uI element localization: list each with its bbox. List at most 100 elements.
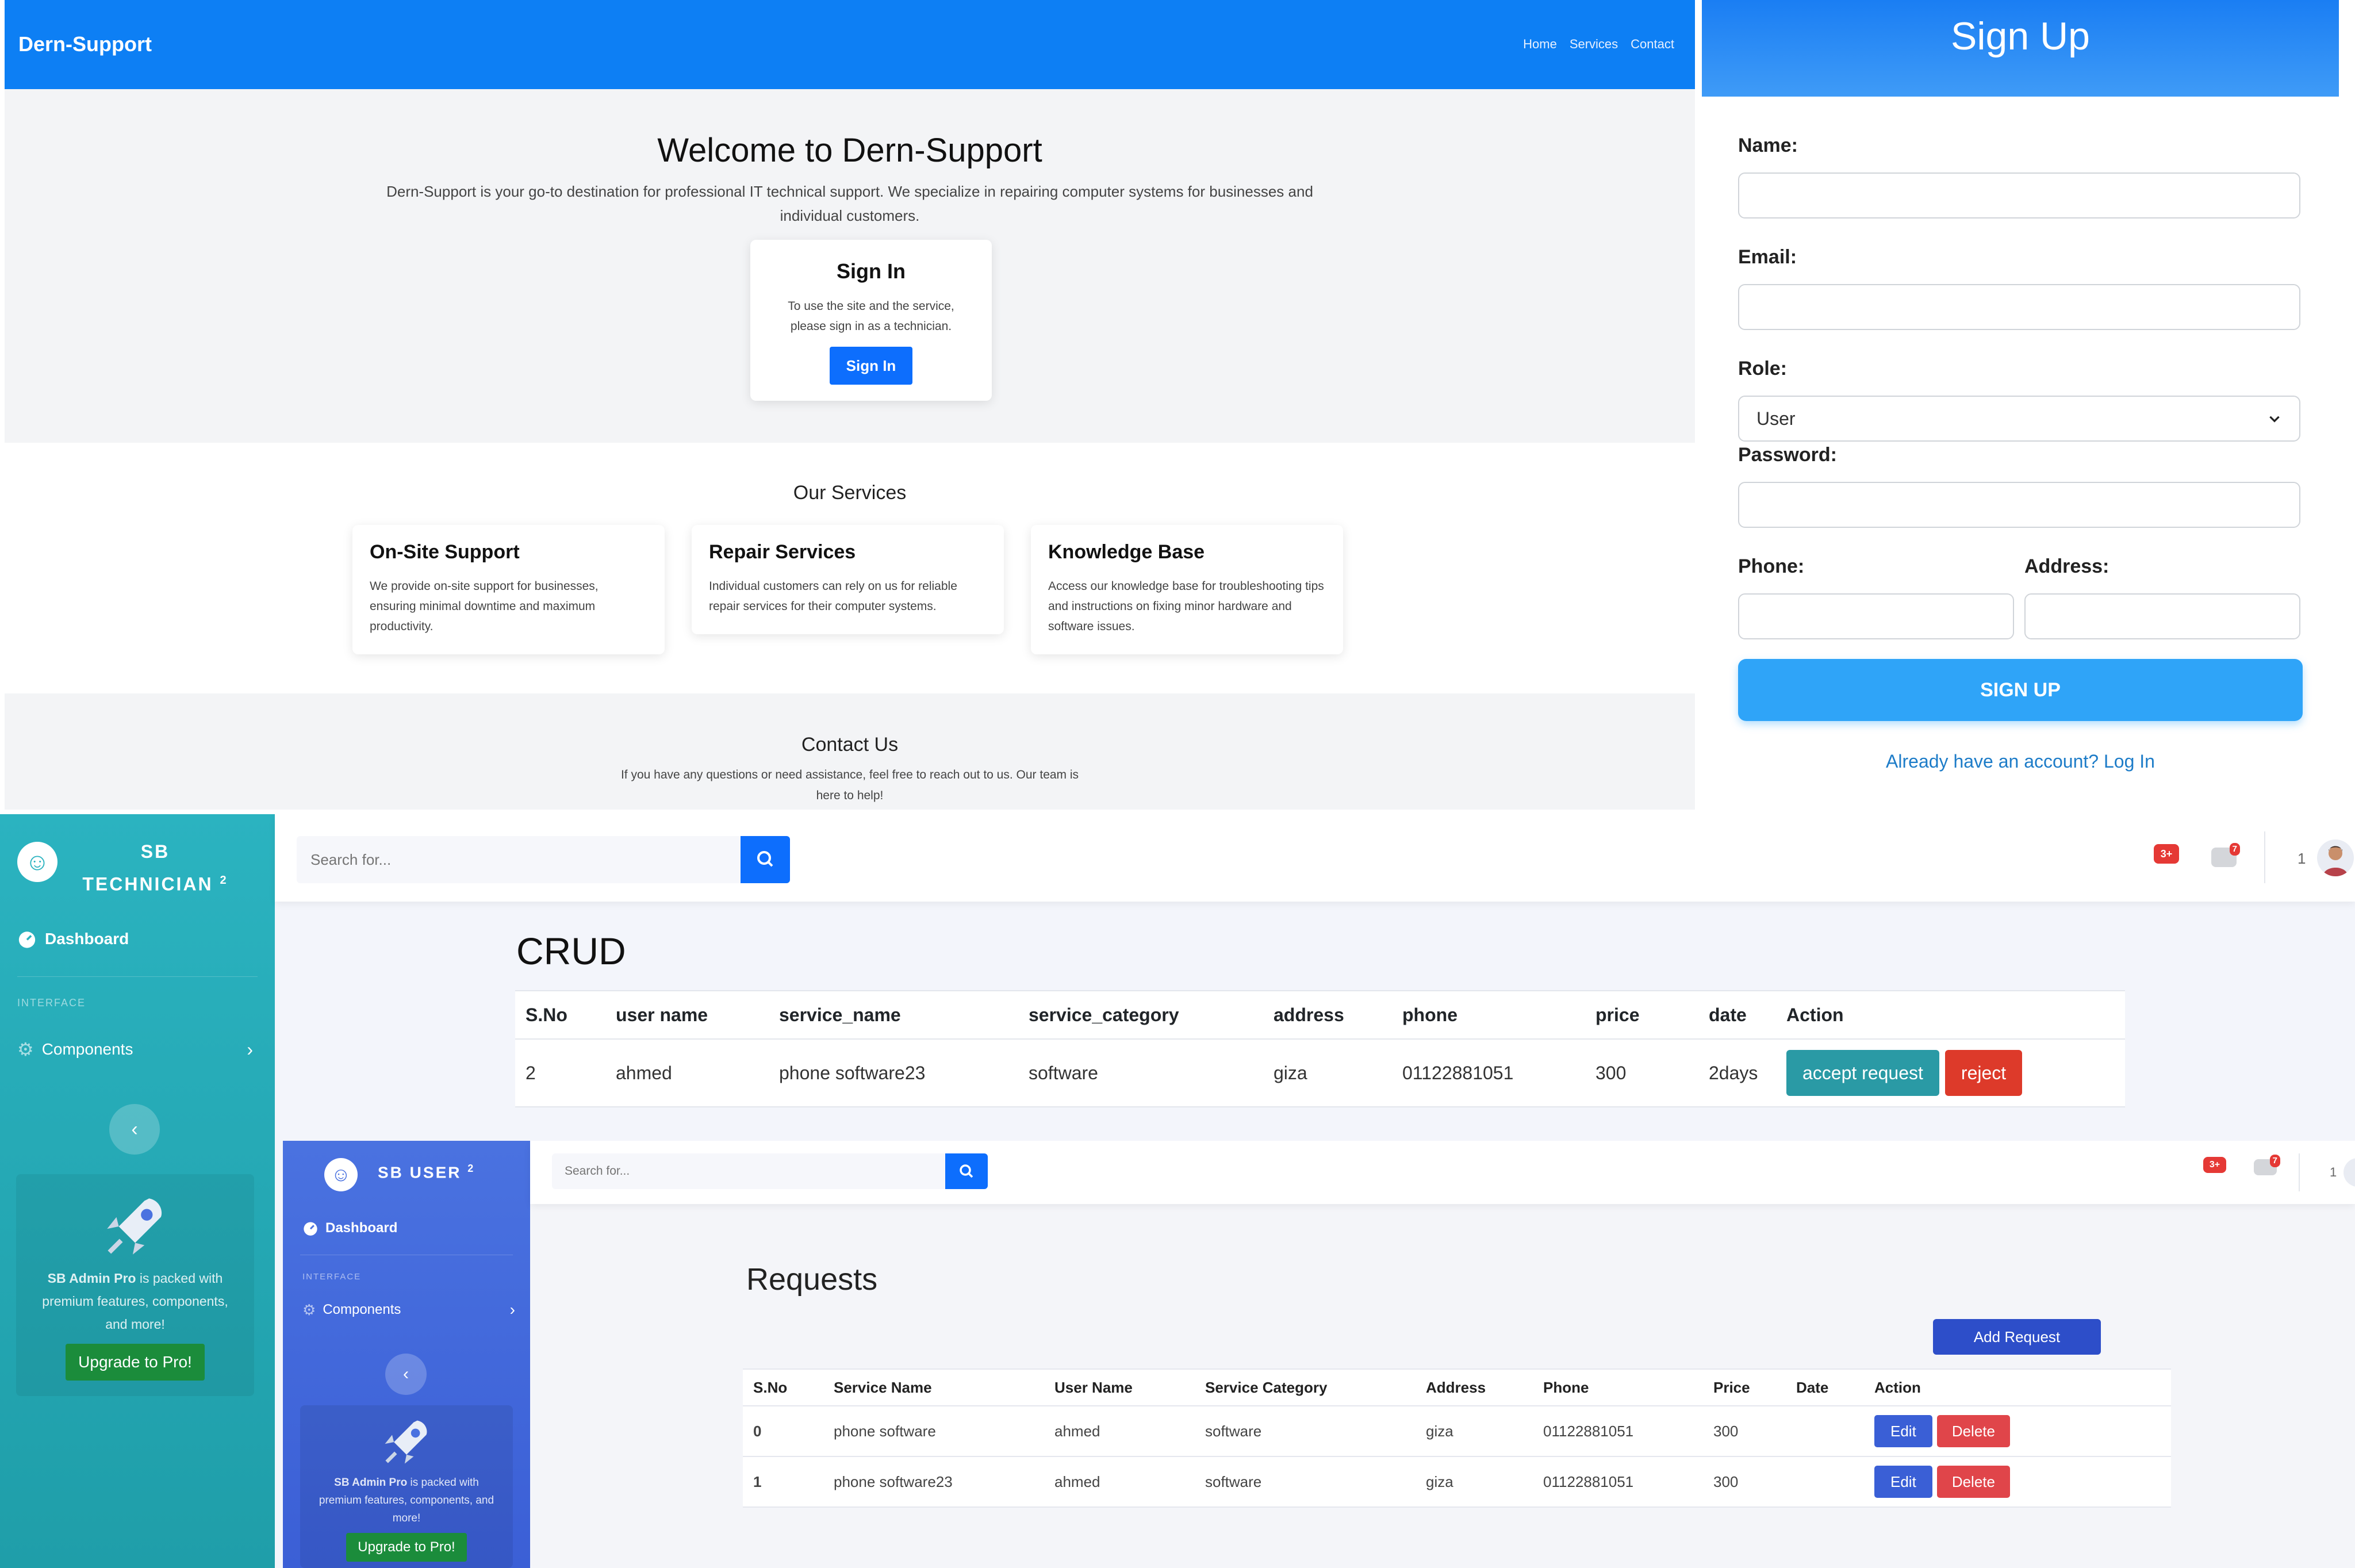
nav-home-link[interactable]: Home [1523, 37, 1557, 52]
sidebar-toggle-button[interactable]: ‹ [385, 1354, 427, 1395]
address-label: Address: [2024, 555, 2109, 577]
cell-actions: accept request reject [1776, 1050, 2125, 1096]
column-header: Service Category [1205, 1378, 1328, 1396]
bell-icon[interactable]: 3+ [2154, 844, 2179, 864]
upgrade-button[interactable]: Upgrade to Pro! [66, 1344, 205, 1381]
rocket-icon [107, 1198, 162, 1255]
sidebar-item-components[interactable]: ⚙ Components › [302, 1301, 515, 1319]
column-header: Action [1786, 1004, 1844, 1025]
name-label: Name: [1738, 135, 1798, 156]
cell-address: giza [1426, 1422, 1453, 1440]
cell-phone: 01122881051 [1402, 1062, 1514, 1083]
cell-actions: Edit Delete [1864, 1415, 2171, 1447]
signup-button[interactable]: SIGN UP [1738, 659, 2303, 721]
service-card-title: Repair Services [709, 541, 856, 563]
upgrade-button[interactable]: Upgrade to Pro! [346, 1533, 467, 1562]
signin-card-text: To use the site and the service, please … [788, 300, 954, 333]
sidebar-item-label: Components [41, 1040, 133, 1058]
role-select[interactable]: User [1738, 396, 2300, 442]
promo-brand: SB Admin Pro [47, 1271, 136, 1286]
sidebar-toggle-button[interactable]: ‹ [109, 1104, 160, 1155]
technician-sidebar: ☺ SB TECHNICIAN 2 Dashboard INTERFACE ⚙ … [0, 814, 275, 1568]
cell-sno: 2 [526, 1062, 536, 1083]
sidebar-brand[interactable]: SB USER 2 [378, 1163, 475, 1182]
address-field[interactable] [2024, 593, 2300, 639]
column-header: Address [1426, 1378, 1486, 1396]
sidebar-item-components[interactable]: ⚙ Components › [17, 1038, 253, 1060]
delete-button[interactable]: Delete [1936, 1466, 2010, 1498]
chevron-left-icon: ‹ [403, 1364, 409, 1383]
search-input[interactable] [552, 1153, 945, 1189]
sidebar-brand[interactable]: SB TECHNICIAN 2 [69, 837, 241, 899]
cell-price: 300 [1595, 1062, 1627, 1083]
sidebar-brand-sup: 2 [220, 874, 228, 887]
column-header: Service Name [834, 1378, 932, 1396]
landing-brand[interactable]: Dern-Support [18, 32, 152, 56]
cell-service-name: phone software23 [779, 1062, 926, 1083]
cell-sno: 1 [753, 1473, 762, 1490]
user-dashboard: ☺ SB USER 2 Dashboard INTERFACE ⚙ Compon… [283, 1141, 2355, 1568]
envelope-icon[interactable]: 7 [2254, 1155, 2280, 1175]
bell-icon[interactable]: 3+ [2203, 1157, 2226, 1173]
name-field[interactable] [1738, 172, 2300, 218]
sidebar-item-label: Dashboard [325, 1220, 398, 1236]
cell-phone: 01122881051 [1543, 1422, 1634, 1440]
add-request-button[interactable]: Add Request [1933, 1319, 2101, 1355]
hero-title: Welcome to Dern-Support [657, 132, 1042, 169]
column-header: S.No [753, 1378, 788, 1396]
landing-nav-links: Home Services Contact [1523, 37, 1674, 52]
rocket-icon [385, 1420, 427, 1464]
edit-button[interactable]: Edit [1874, 1415, 1932, 1447]
sidebar-divider [17, 976, 258, 977]
user-count: 1 [2298, 850, 2306, 867]
password-field[interactable] [1738, 482, 2300, 528]
signup-title: Sign Up [1951, 14, 2090, 58]
cell-date: 2days [1709, 1062, 1758, 1083]
email-field[interactable] [1738, 284, 2300, 330]
login-link[interactable]: Already have an account? Log In [1702, 751, 2339, 772]
requests-table: S.No Service Name User Name Service Cate… [743, 1368, 2171, 1508]
accept-request-button[interactable]: accept request [1786, 1050, 1939, 1096]
avatar[interactable] [2317, 839, 2354, 876]
delete-button[interactable]: Delete [1936, 1415, 2010, 1447]
envelope-icon[interactable]: 7 [2211, 843, 2240, 867]
search-icon [757, 851, 773, 867]
search-button[interactable] [945, 1153, 988, 1189]
laugh-wink-icon: ☺ [324, 1158, 358, 1191]
edit-button[interactable]: Edit [1874, 1466, 1932, 1498]
search-input[interactable] [297, 836, 741, 883]
nav-contact-link[interactable]: Contact [1631, 37, 1674, 52]
chevron-right-icon: › [247, 1038, 253, 1060]
phone-field[interactable] [1738, 593, 2014, 639]
reject-button[interactable]: reject [1944, 1050, 2023, 1096]
signin-card: Sign In To use the site and the service,… [750, 240, 992, 401]
phone-label: Phone: [1738, 555, 1805, 577]
service-card-title: On-Site Support [370, 541, 520, 563]
search-button[interactable] [741, 836, 790, 883]
cell-service-name: phone software [834, 1422, 936, 1440]
signin-button[interactable]: Sign In [830, 347, 912, 385]
column-header: Action [1874, 1378, 1921, 1396]
messages-badge: 7 [2229, 843, 2240, 856]
column-header: user name [616, 1004, 708, 1025]
role-select-value: User [1756, 408, 1796, 429]
sidebar-item-dashboard[interactable]: Dashboard [302, 1220, 397, 1236]
cell-user-name: ahmed [616, 1062, 672, 1083]
cell-actions: Edit Delete [1864, 1466, 2171, 1498]
tachometer-icon [18, 931, 36, 948]
email-label: Email: [1738, 246, 1797, 268]
tachometer-icon [304, 1222, 317, 1236]
cell-address: giza [1426, 1473, 1453, 1490]
sidebar-item-dashboard[interactable]: Dashboard [17, 929, 129, 949]
alerts-badge: 3+ [2209, 1160, 2220, 1170]
service-card-text: We provide on-site support for businesse… [370, 580, 599, 633]
page-title: CRUD [516, 930, 626, 972]
service-card: On-Site Support We provide on-site suppo… [352, 525, 665, 654]
chevron-right-icon: › [509, 1301, 515, 1318]
cell-address: giza [1274, 1062, 1307, 1083]
cell-price: 300 [1713, 1422, 1739, 1440]
cell-user-name: ahmed [1054, 1473, 1100, 1490]
sidebar-brand-name: TECHNICIAN [82, 873, 213, 895]
laugh-wink-icon: ☺ [17, 842, 57, 882]
nav-services-link[interactable]: Services [1570, 37, 1618, 52]
